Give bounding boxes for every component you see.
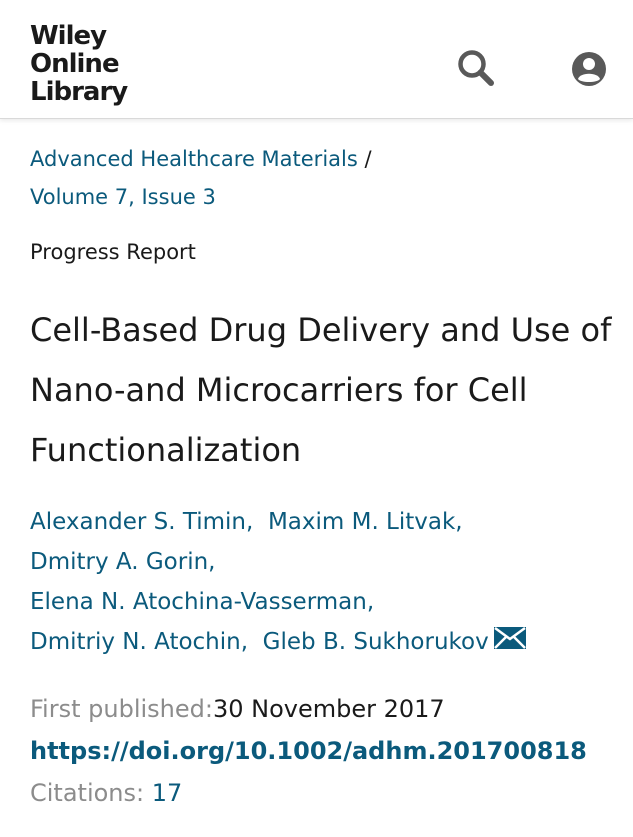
author-link[interactable]: Alexander S. Timin, [30, 509, 253, 535]
first-published-label: First published: [30, 695, 213, 723]
author-link[interactable]: Gleb B. Sukhorukov [263, 629, 489, 655]
site-header: Wiley Online Library [0, 0, 633, 119]
logo-line-2: Online [30, 49, 120, 79]
user-account-icon [572, 52, 606, 86]
author-link[interactable]: Dmitry A. Gorin, [30, 549, 215, 575]
article-type: Progress Report [30, 240, 196, 264]
logo-line-1: Wiley [30, 21, 107, 51]
author-link[interactable]: Elena N. Atochina-Vasserman, [30, 589, 374, 615]
citations-row: Citations: 17 [30, 772, 587, 814]
first-published-row: First published:30 November 2017 [30, 688, 587, 730]
article-content: Advanced Healthcare Materials / Volume 7… [30, 140, 620, 807]
first-published-date: 30 November 2017 [212, 695, 445, 723]
article-title: Cell-Based Drug Delivery and Use of Nano… [30, 311, 612, 469]
search-icon [458, 50, 494, 86]
breadcrumb-issue-link[interactable]: Volume 7, Issue 3 [30, 185, 216, 209]
author-list: Alexander S. Timin, Maxim M. Litvak, Dmi… [30, 502, 620, 663]
logo-line-3: Library [30, 77, 128, 107]
citations-count-link[interactable]: 17 [152, 779, 183, 807]
user-account-button[interactable] [570, 50, 608, 88]
corresponding-author-envelope-icon[interactable] [493, 623, 527, 663]
wiley-online-library-logo[interactable]: Wiley Online Library [30, 21, 128, 107]
citations-label: Citations: [30, 779, 145, 807]
breadcrumb-separator: / [364, 147, 372, 171]
search-button[interactable] [454, 46, 498, 90]
author-link[interactable]: Dmitriy N. Atochin, [30, 629, 248, 655]
publication-info: First published:30 November 2017 https:/… [30, 688, 587, 814]
breadcrumb-journal-link[interactable]: Advanced Healthcare Materials [30, 147, 358, 171]
breadcrumb: Advanced Healthcare Materials / Volume 7… [30, 140, 620, 216]
author-link[interactable]: Maxim M. Litvak, [268, 509, 463, 535]
doi-link[interactable]: https://doi.org/10.1002/adhm.201700818 [30, 730, 587, 772]
